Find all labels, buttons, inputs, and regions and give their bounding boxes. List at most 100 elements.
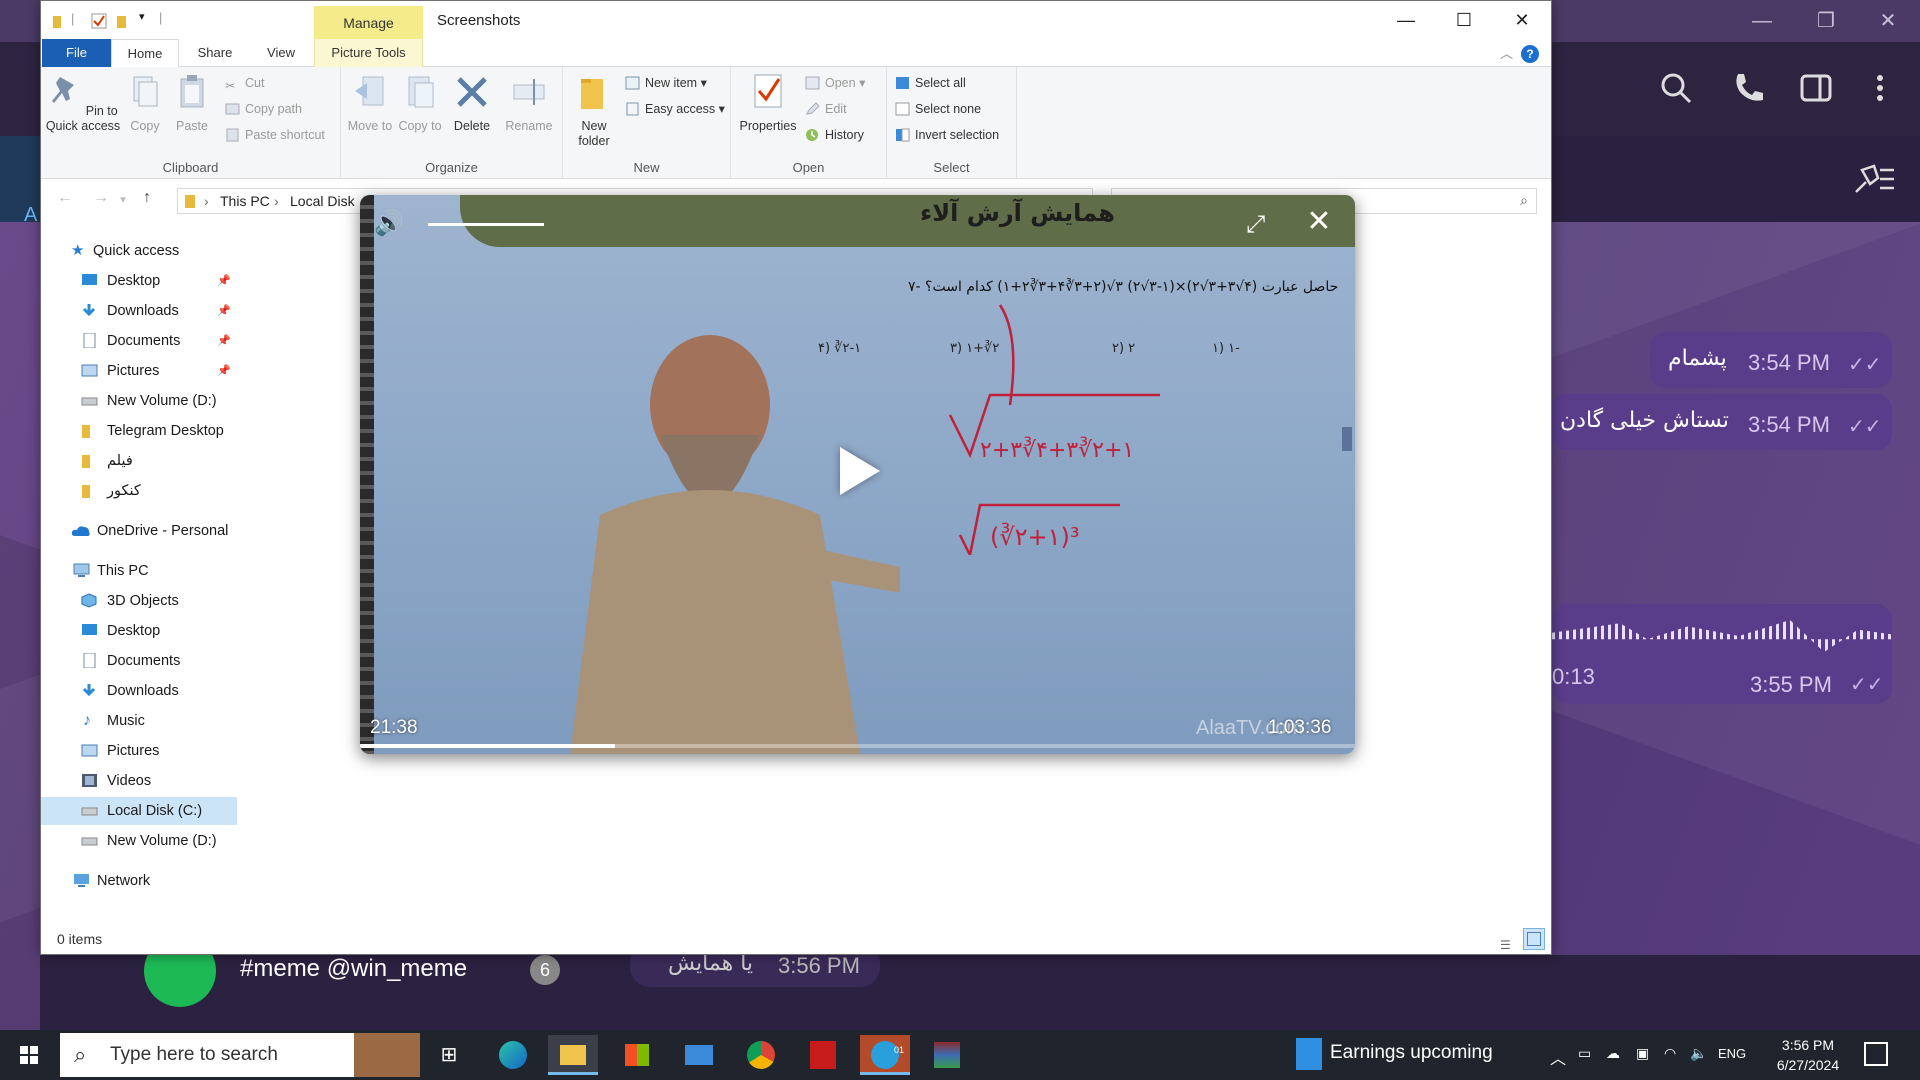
easy-access-button[interactable]: Easy access ▾ bbox=[623, 99, 725, 119]
news-widget-text[interactable]: Earnings upcoming bbox=[1330, 1042, 1493, 1064]
nav-item-downloads[interactable]: Downloads 📌 bbox=[41, 297, 237, 325]
scroll-handle[interactable] bbox=[1342, 427, 1352, 451]
nav-item-pictures[interactable]: Pictures bbox=[41, 737, 237, 765]
nav-item-desktop[interactable]: Desktop 📌 bbox=[41, 267, 237, 295]
edit-button[interactable]: Edit bbox=[803, 99, 847, 119]
volume-tray-icon[interactable]: 🔈 bbox=[1690, 1045, 1707, 1062]
phone-icon[interactable] bbox=[1730, 70, 1766, 106]
tab-home[interactable]: Home bbox=[111, 39, 179, 67]
more-vertical-icon[interactable] bbox=[1862, 70, 1898, 106]
voice-waveform[interactable] bbox=[1552, 620, 1892, 652]
telegram-close-button[interactable]: ✕ bbox=[1858, 6, 1918, 36]
onedrive-tray-icon[interactable]: ☁ bbox=[1606, 1045, 1620, 1062]
nav-item-konkur[interactable]: کنکور bbox=[41, 477, 237, 505]
nav-item-documents[interactable]: Documents bbox=[41, 647, 237, 675]
notification-center-icon[interactable] bbox=[1864, 1042, 1888, 1066]
breadcrumb-local-disk[interactable]: Local Disk bbox=[290, 189, 355, 213]
volume-icon[interactable]: 🔊 bbox=[374, 209, 406, 237]
telegram-restore-button[interactable]: ❐ bbox=[1796, 6, 1856, 36]
input-language[interactable]: ENG bbox=[1718, 1046, 1746, 1061]
help-icon[interactable]: ? bbox=[1521, 45, 1539, 63]
nav-quick-access[interactable]: ★ Quick access bbox=[41, 237, 237, 265]
acrobat-icon[interactable] bbox=[798, 1035, 848, 1075]
system-clock[interactable]: 3:56 PM 6/27/2024 bbox=[1762, 1035, 1854, 1075]
qat-dropdown-icon[interactable]: ▾ bbox=[139, 10, 145, 23]
nav-item-3d-objects[interactable]: 3D Objects bbox=[41, 587, 237, 615]
nav-item-music[interactable]: ♪ Music bbox=[41, 707, 237, 735]
breadcrumb-this-pc[interactable]: This PC bbox=[220, 189, 270, 213]
tab-view[interactable]: View bbox=[251, 39, 311, 67]
nav-item-film[interactable]: فیلم bbox=[41, 447, 237, 475]
taskbar-search-box[interactable]: ⌕ Type here to search bbox=[60, 1033, 420, 1077]
copy-to-button[interactable]: Copy to bbox=[397, 73, 443, 134]
winrar-icon[interactable] bbox=[922, 1035, 972, 1075]
tab-manage[interactable]: Manage bbox=[314, 6, 423, 41]
edge-icon[interactable] bbox=[488, 1035, 538, 1075]
volume-slider[interactable] bbox=[428, 223, 544, 226]
cut-button[interactable]: ✂ Cut bbox=[223, 73, 264, 93]
open-button[interactable]: Open ▾ bbox=[803, 73, 865, 93]
properties-button[interactable]: Properties bbox=[735, 73, 801, 134]
tab-share[interactable]: Share bbox=[181, 39, 249, 67]
seek-bar[interactable] bbox=[360, 744, 1355, 748]
telegram-chat-list-row[interactable]: #meme @win_meme 6 یا همایش 3:56 PM bbox=[40, 935, 1920, 1030]
nav-network[interactable]: Network bbox=[41, 867, 237, 895]
history-button[interactable]: History bbox=[803, 125, 864, 145]
details-view-button[interactable]: ☰ bbox=[1495, 928, 1517, 952]
nav-item-telegram-desktop[interactable]: Telegram Desktop bbox=[41, 417, 237, 445]
nav-this-pc[interactable]: This PC bbox=[41, 557, 237, 585]
telegram-minimize-button[interactable]: — bbox=[1732, 6, 1792, 36]
move-to-button[interactable]: Move to bbox=[347, 73, 393, 134]
properties-qat-icon[interactable] bbox=[91, 13, 107, 29]
nav-item-new-volume-d[interactable]: New Volume (D:) bbox=[41, 827, 237, 855]
copy-path-button[interactable]: Copy path bbox=[223, 99, 302, 119]
message-bubble[interactable]: تستاش خیلی گادن 3:54 PM ✓✓ bbox=[1550, 394, 1892, 450]
chrome-icon[interactable] bbox=[736, 1035, 786, 1075]
pinned-list-icon[interactable] bbox=[1852, 162, 1896, 196]
mail-icon[interactable] bbox=[674, 1035, 724, 1075]
file-explorer-taskbar-icon[interactable] bbox=[548, 1035, 598, 1075]
close-button[interactable]: ✕ bbox=[1493, 1, 1551, 41]
collapse-ribbon-icon[interactable]: ︿ bbox=[1500, 43, 1513, 62]
battery-icon[interactable]: ▭ bbox=[1578, 1045, 1591, 1062]
large-icons-view-button[interactable] bbox=[1523, 928, 1545, 950]
tab-file[interactable]: File bbox=[42, 39, 111, 67]
nav-item-pictures[interactable]: Pictures 📌 bbox=[41, 357, 237, 385]
maximize-button[interactable]: ☐ bbox=[1435, 1, 1493, 41]
wifi-icon[interactable]: ◠ bbox=[1664, 1045, 1676, 1062]
video-player[interactable]: همایش آرش آلاء ۷- حاصل عبارت (۴√۳+۳√۲)×(… bbox=[360, 195, 1355, 754]
up-button[interactable]: ↑ bbox=[133, 189, 161, 207]
new-item-button[interactable]: New item ▾ bbox=[623, 73, 707, 93]
new-folder-qat-icon[interactable] bbox=[115, 13, 131, 29]
windows-start-icon[interactable] bbox=[0, 1030, 58, 1080]
select-none-button[interactable]: Select none bbox=[893, 99, 981, 119]
tray-overflow-icon[interactable]: ︿ bbox=[1550, 1045, 1566, 1069]
nav-item-videos[interactable]: Videos bbox=[41, 767, 237, 795]
message-bubble[interactable]: پشمام 3:54 PM ✓✓ bbox=[1650, 332, 1892, 388]
back-button[interactable]: ← bbox=[51, 189, 79, 207]
invert-selection-button[interactable]: Invert selection bbox=[893, 125, 999, 145]
play-icon[interactable] bbox=[840, 447, 880, 495]
store-icon[interactable] bbox=[612, 1035, 662, 1075]
paste-button[interactable]: Paste bbox=[169, 73, 215, 134]
voice-message-bubble[interactable]: 0:13 3:55 PM ✓✓ bbox=[1552, 604, 1892, 704]
nav-item-documents[interactable]: Documents 📌 bbox=[41, 327, 237, 355]
pin-to-quick-access-button[interactable]: Pin to Quick access bbox=[43, 73, 123, 134]
sidebar-toggle-icon[interactable] bbox=[1798, 70, 1834, 106]
copy-button[interactable]: Copy bbox=[123, 73, 167, 134]
close-player-button[interactable]: ✕ bbox=[1304, 207, 1334, 237]
nav-item-downloads[interactable]: Downloads bbox=[41, 677, 237, 705]
telegram-taskbar-icon[interactable]: 01 bbox=[860, 1035, 910, 1075]
select-all-button[interactable]: Select all bbox=[893, 73, 966, 93]
task-view-icon[interactable]: ⊞ bbox=[424, 1035, 474, 1075]
search-icon[interactable] bbox=[1658, 70, 1694, 106]
meet-now-icon[interactable]: ▣ bbox=[1636, 1045, 1649, 1062]
nav-onedrive[interactable]: OneDrive - Personal bbox=[41, 517, 237, 545]
nav-item-desktop[interactable]: Desktop bbox=[41, 617, 237, 645]
delete-button[interactable]: Delete bbox=[449, 73, 495, 134]
tab-picture-tools[interactable]: Picture Tools bbox=[314, 39, 423, 67]
paste-shortcut-button[interactable]: Paste shortcut bbox=[223, 125, 325, 145]
nav-item-local-disk-c[interactable]: Local Disk (C:) bbox=[41, 797, 237, 825]
rename-button[interactable]: Rename bbox=[501, 73, 557, 134]
new-folder-button[interactable]: New folder bbox=[569, 73, 619, 149]
